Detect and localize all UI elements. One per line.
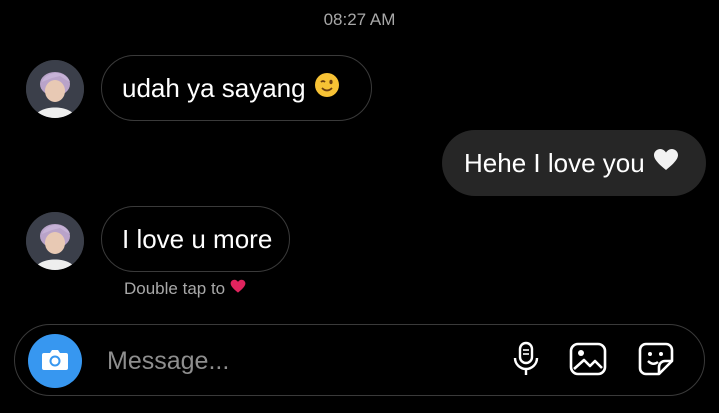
hint-text: Double tap to	[124, 279, 226, 298]
sender-avatar[interactable]	[26, 212, 84, 270]
gallery-icon	[569, 341, 607, 382]
winking-face-icon	[314, 72, 340, 105]
message-timestamp: 08:27 AM	[323, 10, 396, 29]
message-bubble-outgoing[interactable]: Hehe I love you	[442, 130, 706, 196]
message-input[interactable]	[105, 339, 489, 383]
message-text: Hehe I love you	[464, 147, 645, 178]
red-heart-icon	[230, 279, 246, 299]
voice-message-button[interactable]	[506, 341, 546, 381]
message-text: udah ya sayang	[122, 72, 306, 103]
message-bubble-incoming[interactable]: udah ya sayang	[101, 55, 372, 121]
sender-avatar[interactable]	[26, 60, 84, 118]
camera-icon	[41, 347, 69, 376]
message-bubble-incoming[interactable]: I love u more	[101, 206, 290, 272]
microphone-icon	[513, 341, 539, 382]
message-composer	[14, 324, 705, 396]
white-heart-icon	[653, 148, 679, 179]
camera-button[interactable]	[28, 334, 82, 388]
gallery-button[interactable]	[568, 341, 608, 381]
sticker-icon	[637, 341, 675, 382]
sticker-button[interactable]	[636, 341, 676, 381]
message-text: I love u more	[122, 223, 273, 254]
double-tap-hint: Double tap to	[124, 279, 246, 299]
